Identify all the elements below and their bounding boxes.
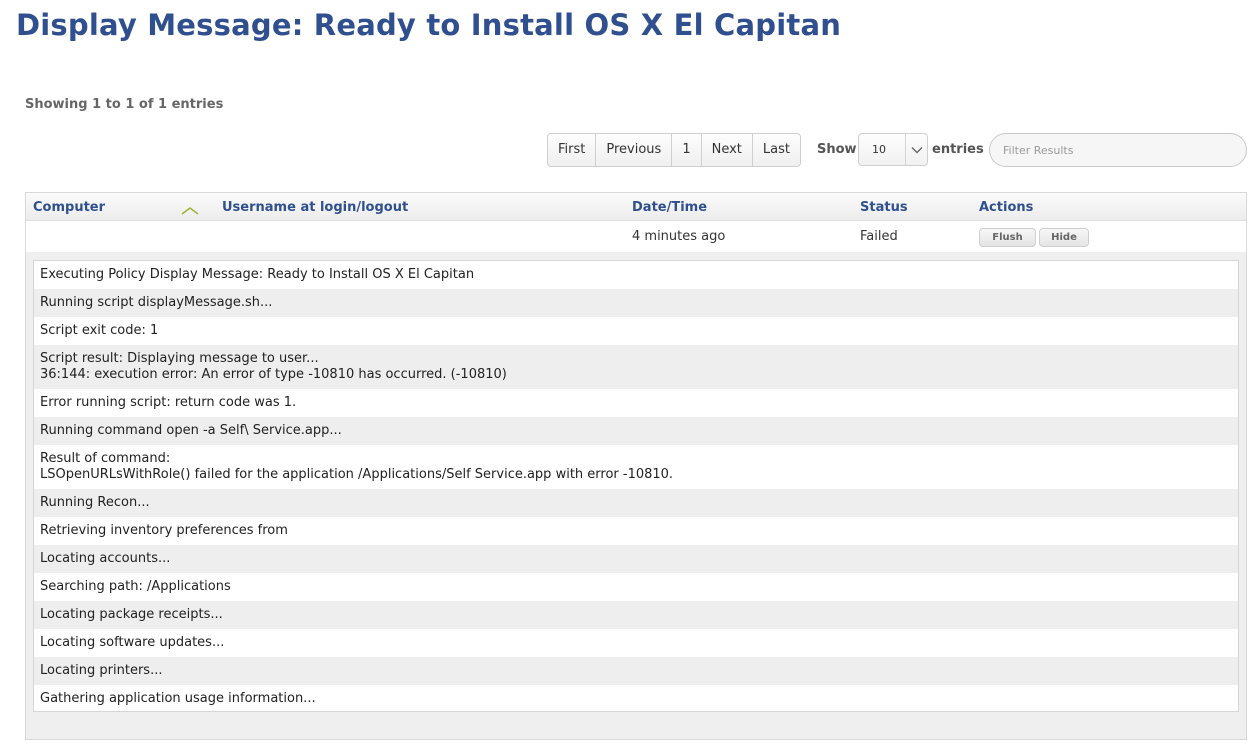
log-line: Error running script: return code was 1. bbox=[40, 395, 297, 410]
table-header: Computer Username at login/logout Date/T… bbox=[26, 193, 1246, 221]
entries-per-page-value: 10 bbox=[872, 143, 886, 156]
log-line: Locating package receipts... bbox=[34, 601, 1238, 629]
log-line: Retrieving inventory preferences from bbox=[40, 523, 288, 538]
log-line: Script exit code: 1 bbox=[40, 323, 159, 338]
cell-status: Failed bbox=[860, 229, 898, 244]
next-page-button[interactable]: Next bbox=[702, 134, 753, 166]
page-title: Display Message: Ready to Install OS X E… bbox=[16, 8, 842, 42]
pagination: First Previous 1 Next Last bbox=[547, 133, 801, 167]
entries-per-page-select[interactable]: 10 bbox=[858, 133, 928, 166]
show-label: Show bbox=[817, 142, 857, 157]
column-status[interactable]: Status bbox=[860, 200, 908, 215]
log-line: Locating printers... bbox=[34, 657, 1238, 685]
flush-button[interactable]: Flush bbox=[979, 228, 1036, 247]
column-username[interactable]: Username at login/logout bbox=[222, 200, 408, 215]
log-line: Locating accounts... bbox=[34, 545, 1238, 573]
entries-label: entries bbox=[932, 142, 984, 157]
log-line: Gathering application usage information.… bbox=[40, 691, 316, 706]
chevron-down-icon bbox=[905, 134, 927, 165]
log-line: Script result: Displaying message to use… bbox=[34, 345, 1238, 389]
log-line: Running Recon... bbox=[34, 489, 1238, 517]
log-line: Executing Policy Display Message: Ready … bbox=[40, 267, 475, 282]
column-actions: Actions bbox=[979, 200, 1034, 215]
log-line: Running command open -a Self\ Service.ap… bbox=[34, 417, 1238, 445]
chevron-up-icon[interactable] bbox=[181, 202, 199, 220]
page-1-button[interactable]: 1 bbox=[672, 134, 702, 166]
first-page-button[interactable]: First bbox=[548, 134, 597, 166]
filter-results-input[interactable] bbox=[989, 133, 1247, 167]
previous-page-button[interactable]: Previous bbox=[596, 134, 673, 166]
log-line: Result of command: LSOpenURLsWithRole() … bbox=[40, 451, 674, 482]
column-datetime[interactable]: Date/Time bbox=[632, 200, 707, 215]
entries-info: Showing 1 to 1 of 1 entries bbox=[25, 97, 224, 112]
hide-button[interactable]: Hide bbox=[1039, 228, 1089, 247]
log-line: Locating software updates... bbox=[40, 635, 225, 650]
log-line: Searching path: /Applications bbox=[40, 579, 231, 594]
cell-datetime: 4 minutes ago bbox=[632, 229, 726, 244]
table-row: 4 minutes ago Failed Flush Hide bbox=[26, 221, 1246, 252]
column-computer[interactable]: Computer bbox=[33, 200, 105, 215]
logs-table: Computer Username at login/logout Date/T… bbox=[25, 192, 1247, 740]
log-line: Running script displayMessage.sh... bbox=[34, 289, 1238, 317]
policy-log: Executing Policy Display Message: Ready … bbox=[33, 260, 1239, 712]
last-page-button[interactable]: Last bbox=[753, 134, 800, 166]
